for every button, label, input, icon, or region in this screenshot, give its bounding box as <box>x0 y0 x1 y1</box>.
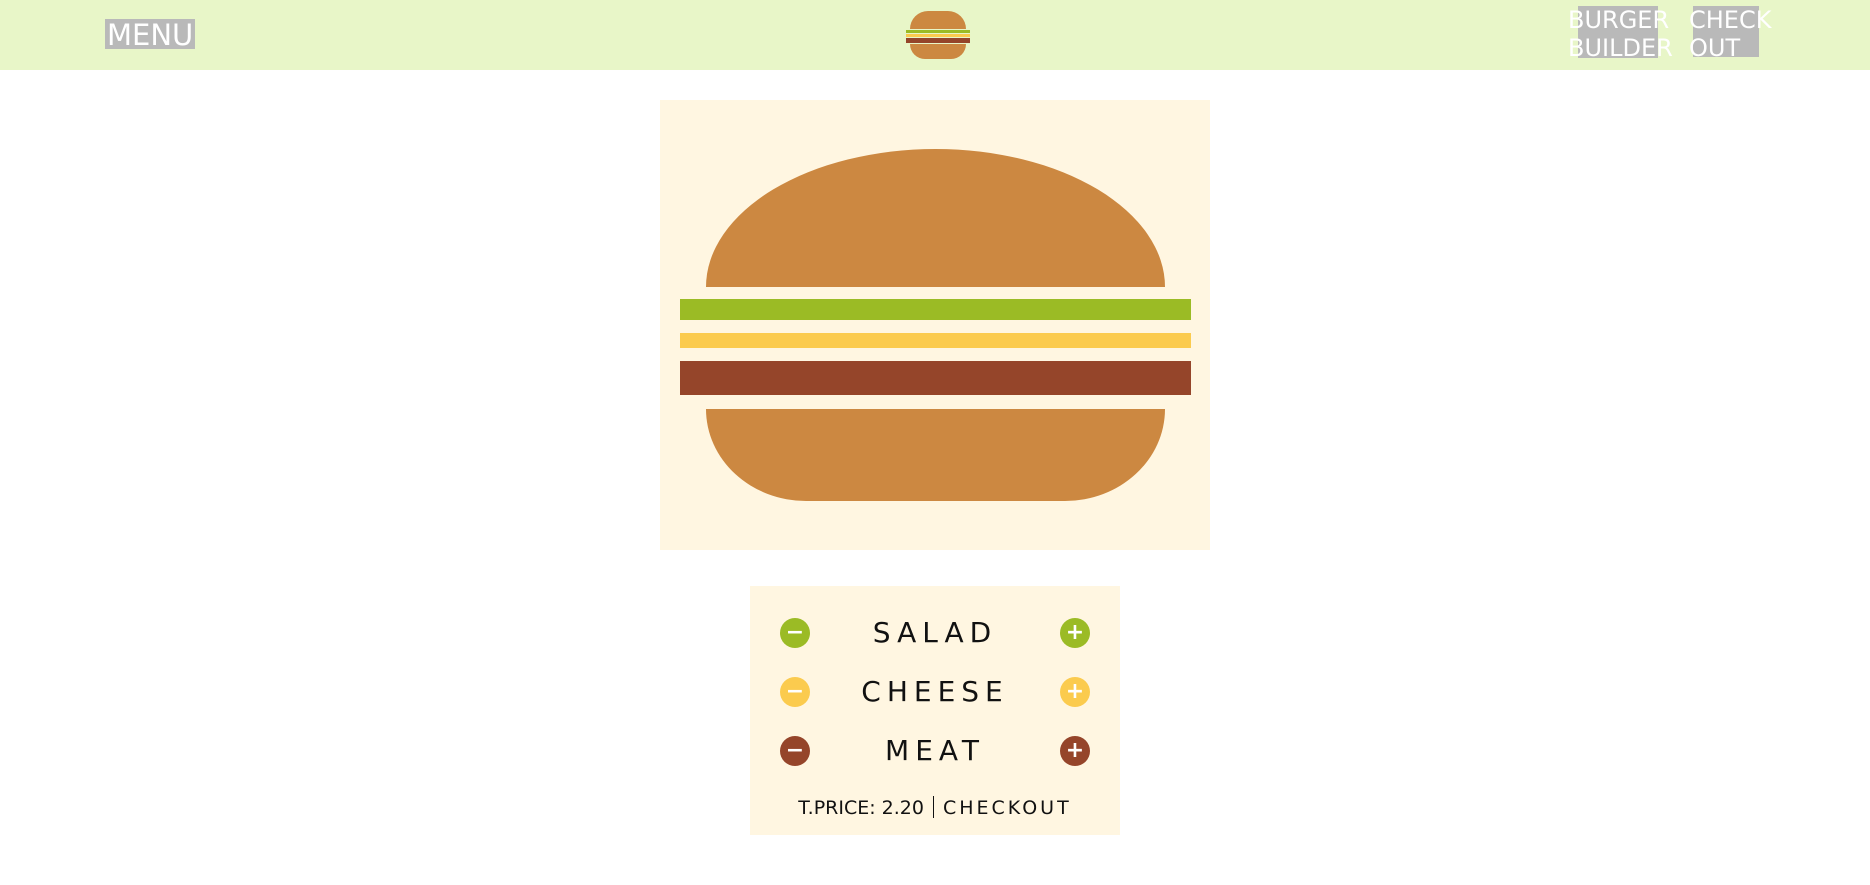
salad-remove-button[interactable]: − <box>780 618 810 648</box>
checkout-button[interactable]: CHECKOUT <box>943 797 1072 819</box>
burger-top-bun <box>706 149 1165 287</box>
nav-burger-builder-line2: BUILDER <box>1568 34 1673 62</box>
control-row-salad: − SALAD + <box>750 613 1120 653</box>
control-row-meat: − MEAT + <box>750 731 1120 771</box>
meat-add-button[interactable]: + <box>1060 736 1090 766</box>
nav-checkout[interactable]: CHECK OUT <box>1689 6 1772 62</box>
cheese-add-button[interactable]: + <box>1060 677 1090 707</box>
app-header: MENU BURGER BUILDER CHECK OUT <box>0 0 1870 70</box>
nav-checkout-line2: OUT <box>1689 34 1741 62</box>
salad-label: SALAD <box>872 616 998 649</box>
logo-meat-layer <box>906 38 970 43</box>
burger-salad-layer <box>680 299 1191 320</box>
nav-burger-builder-line1: BURGER <box>1568 6 1670 34</box>
nav-burger-builder[interactable]: BURGER BUILDER <box>1568 6 1673 62</box>
total-price: T.PRICE: 2.20 <box>798 797 924 819</box>
order-summary: T.PRICE: 2.20 CHECKOUT <box>750 795 1120 821</box>
burger-preview <box>660 100 1210 550</box>
nav-checkout-line1: CHECK <box>1689 6 1772 34</box>
logo-bottom-bun <box>910 44 966 59</box>
burger-bottom-bun <box>706 409 1165 501</box>
control-row-cheese: − CHEESE + <box>750 672 1120 712</box>
burger-meat-layer <box>680 361 1191 395</box>
cheese-label: CHEESE <box>861 675 1009 708</box>
logo-salad-layer <box>906 30 970 33</box>
cheese-remove-button[interactable]: − <box>780 677 810 707</box>
salad-add-button[interactable]: + <box>1060 618 1090 648</box>
meat-label: MEAT <box>885 734 985 767</box>
menu-button[interactable]: MENU <box>105 19 196 51</box>
burger-cheese-layer <box>680 333 1191 348</box>
meat-remove-button[interactable]: − <box>780 736 810 766</box>
burger-logo-icon <box>906 11 970 59</box>
summary-divider <box>932 796 934 818</box>
build-controls: − SALAD + − CHEESE + − MEAT + T.PRICE: 2… <box>750 586 1120 835</box>
logo-top-bun <box>910 11 966 29</box>
logo-cheese-layer <box>906 34 970 37</box>
